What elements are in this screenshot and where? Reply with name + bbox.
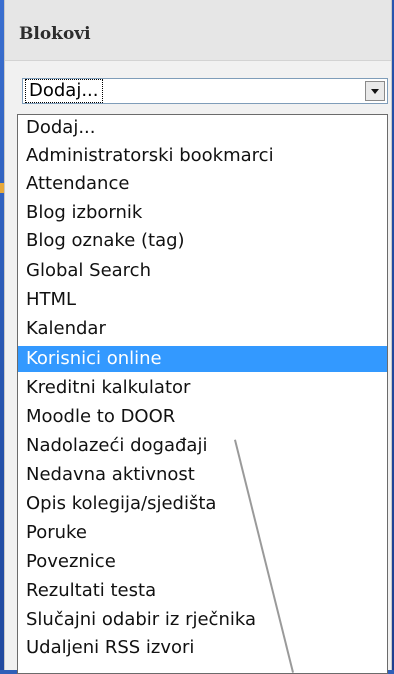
dropdown-option[interactable]: Udaljeni RSS izvori [18, 635, 387, 661]
add-block-select[interactable]: Dodaj... [22, 78, 388, 104]
dropdown-option[interactable]: Kreditni kalkulator [18, 375, 387, 401]
dropdown-option[interactable]: Slučajni odabir iz rječnika [18, 607, 387, 633]
chevron-down-icon[interactable] [365, 81, 385, 101]
dropdown-option[interactable]: Opis kolegija/sjedišta [18, 491, 387, 517]
dropdown-option-highlighted[interactable]: Korisnici online [18, 346, 387, 372]
dropdown-option[interactable]: Rezultati testa [18, 578, 387, 604]
dropdown-option[interactable]: Nadolazeći događaji [18, 433, 387, 459]
dropdown-option[interactable]: Blog izbornik [18, 200, 387, 226]
dropdown-option[interactable]: Poruke [18, 520, 387, 546]
dropdown-option[interactable]: Blog oznake (tag) [18, 228, 387, 254]
add-block-dropdown-list[interactable]: Dodaj... Administratorski bookmarci Atte… [17, 114, 388, 674]
dropdown-option[interactable]: Kalendar [18, 316, 387, 342]
dropdown-option[interactable]: Moodle to DOOR [18, 404, 387, 430]
dropdown-option[interactable]: Global Search [18, 258, 387, 284]
panel-header: Blokovi [5, 0, 391, 61]
dropdown-option[interactable]: Dodaj... [18, 115, 387, 141]
dropdown-option[interactable]: HTML [18, 287, 387, 313]
dropdown-option[interactable]: Administratorski bookmarci [18, 143, 387, 169]
dropdown-option[interactable]: Attendance [18, 171, 387, 197]
select-value: Dodaj... [25, 79, 103, 103]
panel-title: Blokovi [19, 24, 91, 44]
dropdown-option[interactable]: Poveznice [18, 549, 387, 575]
dropdown-option[interactable]: Nedavna aktivnost [18, 462, 387, 488]
